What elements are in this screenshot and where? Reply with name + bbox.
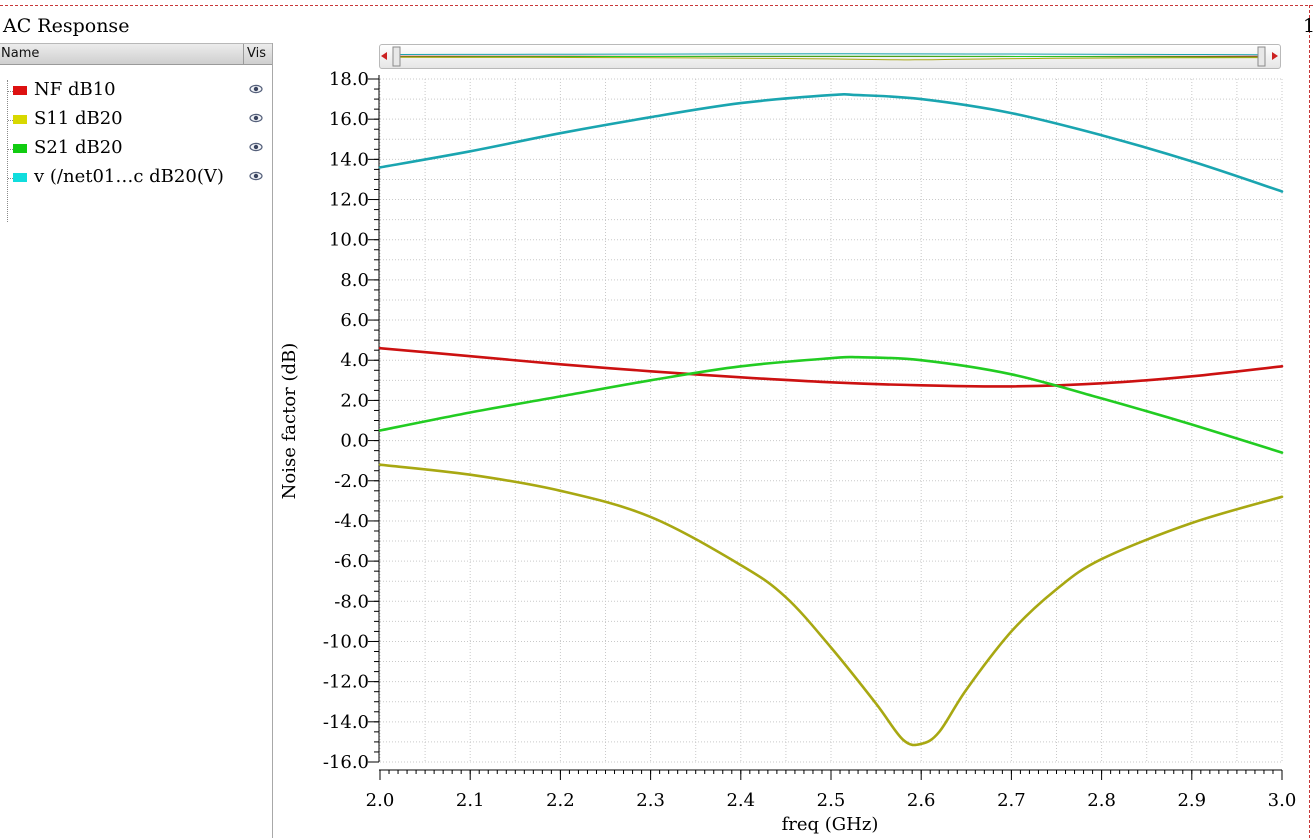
y-tick-label: -8.0	[334, 591, 369, 612]
y-tick-label: 0.0	[340, 431, 369, 452]
y-tick-label: -12.0	[323, 672, 369, 693]
chart-canvas[interactable]: 18.0 16.0 14.0 12.0 10.0 8.0 6.0 4.0 2.0 0.0 -2.0 -…	[0, 0, 1313, 838]
y-tick-label: 6.0	[340, 310, 369, 331]
grip-icon	[1257, 46, 1266, 67]
y-tick-label: -2.0	[334, 471, 369, 492]
x-axis-label: freq (GHz)	[782, 814, 879, 835]
y-tick-label: -10.0	[323, 631, 369, 652]
y-tick-label: 16.0	[329, 109, 369, 130]
x-tick-label: 2.6	[907, 790, 936, 811]
arrow-right-icon	[1272, 52, 1278, 60]
arrow-left-icon	[381, 52, 387, 60]
series-line-s21-db20	[378, 355, 1284, 454]
y-tick-label: 18.0	[329, 69, 369, 90]
x-tick-label: 2.4	[726, 790, 755, 811]
series	[378, 93, 1284, 747]
grid	[379, 78, 1283, 763]
axes: 18.0 16.0 14.0 12.0 10.0 8.0 6.0 4.0 2.0 0.0 -2.0 -…	[323, 69, 1296, 811]
y-tick-label: 12.0	[329, 190, 369, 211]
overview-strip-decor[interactable]	[381, 46, 1278, 67]
x-tick-label: 2.5	[817, 790, 846, 811]
y-tick-label: 4.0	[340, 350, 369, 371]
y-tick-label: -4.0	[334, 511, 369, 532]
x-tick-label: 2.8	[1087, 790, 1116, 811]
y-axis-label: Noise factor (dB)	[279, 343, 300, 500]
overview-trace	[399, 53, 1259, 56]
grip-icon	[392, 46, 401, 67]
x-tick-label: 2.7	[997, 790, 1026, 811]
x-tick-label: 2.0	[366, 790, 395, 811]
y-tick-label: 14.0	[329, 149, 369, 170]
y-tick-label: -14.0	[323, 712, 369, 733]
x-tick-label: 3.0	[1268, 790, 1297, 811]
y-tick-label: 8.0	[340, 270, 369, 291]
x-tick-label: 2.3	[636, 790, 665, 811]
x-tick-label: 2.2	[546, 790, 575, 811]
overview-trace	[399, 56, 1259, 61]
y-tick-label: 10.0	[329, 230, 369, 251]
x-tick-label: 2.1	[456, 790, 485, 811]
y-tick-label: -16.0	[323, 752, 369, 773]
y-tick-label: 2.0	[340, 390, 369, 411]
x-tick-label: 2.9	[1177, 790, 1206, 811]
y-tick-label: -6.0	[334, 551, 369, 572]
